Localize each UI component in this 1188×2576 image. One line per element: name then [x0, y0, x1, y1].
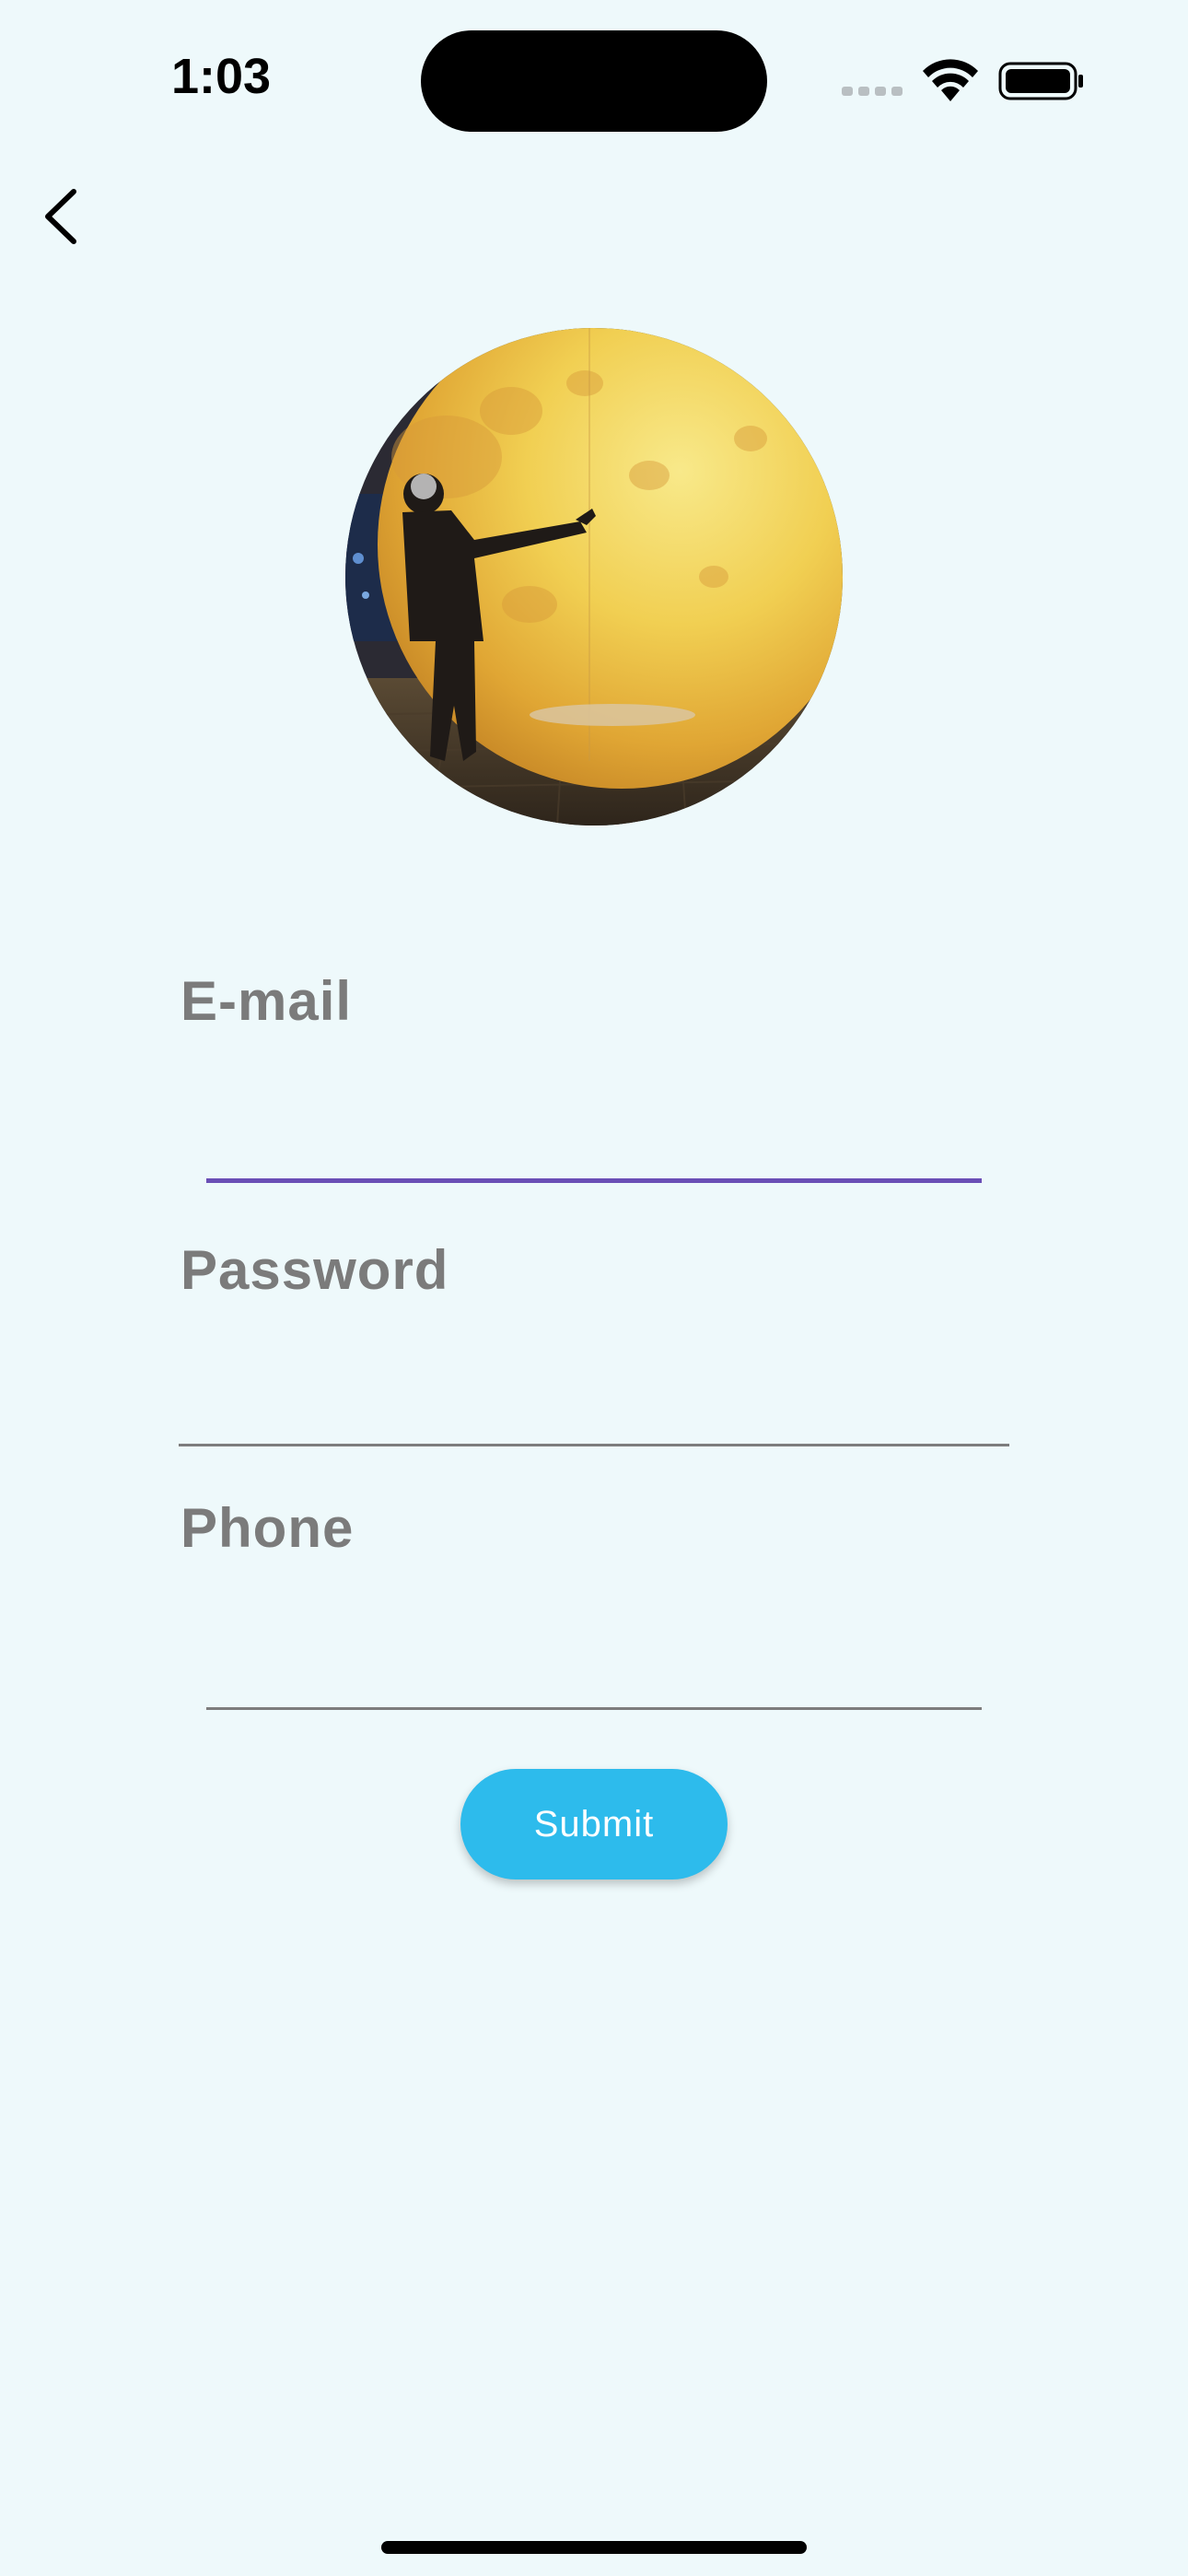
password-field[interactable] [179, 1367, 1009, 1441]
email-field[interactable] [206, 1100, 982, 1174]
wifi-icon [923, 59, 978, 101]
avatar-image [345, 328, 843, 825]
battery-icon [998, 62, 1083, 100]
password-underline [179, 1444, 1009, 1446]
email-underline [206, 1178, 982, 1183]
status-time: 1:03 [171, 49, 272, 104]
chevron-left-icon [45, 189, 76, 244]
phone-field[interactable] [206, 1631, 982, 1704]
dynamic-island [421, 30, 767, 132]
phone-label: Phone [181, 1497, 355, 1559]
back-button[interactable] [31, 181, 90, 252]
submit-button[interactable]: Submit [460, 1769, 728, 1879]
email-label: E-mail [181, 970, 353, 1032]
status-bar: 1:03 [0, 0, 1188, 157]
cellular-signal-icon [842, 87, 904, 96]
password-label: Password [181, 1239, 449, 1301]
home-indicator[interactable] [381, 2541, 807, 2554]
profile-avatar[interactable] [345, 328, 843, 825]
phone-underline [206, 1707, 982, 1710]
